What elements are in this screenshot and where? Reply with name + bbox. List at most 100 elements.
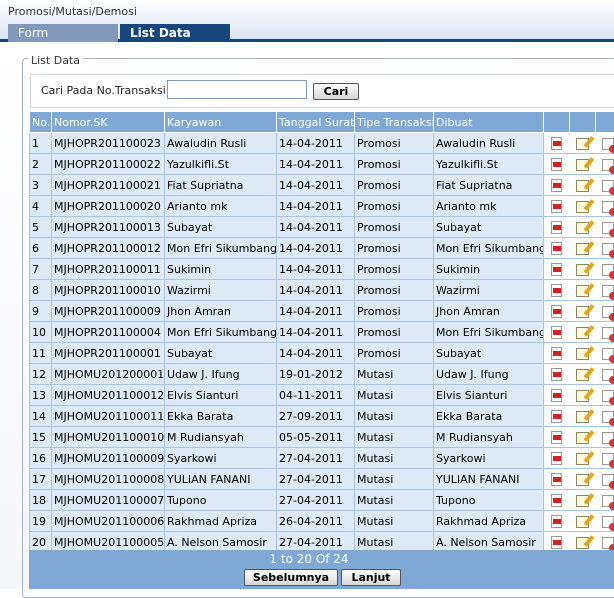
delete-icon[interactable] — [602, 474, 614, 486]
table-row[interactable]: 11MJHOPR201100001Subayat14-04-2011Promos… — [30, 343, 614, 364]
pdf-icon[interactable] — [551, 389, 562, 402]
delete-action[interactable] — [596, 175, 614, 196]
edit-icon[interactable] — [576, 453, 589, 465]
header-tanggal-surat[interactable]: Tanggal Surat — [277, 112, 355, 133]
pdf-icon[interactable] — [551, 179, 562, 192]
delete-action[interactable] — [596, 133, 614, 154]
delete-icon[interactable] — [602, 432, 614, 444]
delete-action[interactable] — [596, 448, 614, 469]
edit-icon[interactable] — [576, 348, 589, 360]
delete-action[interactable] — [596, 217, 614, 238]
edit-icon[interactable] — [576, 306, 589, 318]
edit-icon[interactable] — [576, 243, 589, 255]
pdf-icon[interactable] — [551, 494, 562, 507]
edit-icon[interactable] — [576, 390, 589, 402]
edit-action[interactable] — [570, 133, 596, 154]
delete-icon[interactable] — [602, 453, 614, 465]
pdf-icon[interactable] — [551, 263, 562, 276]
edit-icon[interactable] — [576, 474, 589, 486]
delete-icon[interactable] — [602, 369, 614, 381]
delete-action[interactable] — [596, 343, 614, 364]
pdf-icon[interactable] — [551, 368, 562, 381]
table-row[interactable]: 12MJHOMU201200001Udaw J. Ifung19-01-2012… — [30, 364, 614, 385]
delete-icon[interactable] — [602, 243, 614, 255]
delete-icon[interactable] — [602, 159, 614, 171]
pdf-icon[interactable] — [551, 410, 562, 423]
delete-icon[interactable] — [602, 495, 614, 507]
delete-icon[interactable] — [602, 327, 614, 339]
delete-action[interactable] — [596, 301, 614, 322]
table-row[interactable]: 3MJHOPR201100021Fiat Supriatna14-04-2011… — [30, 175, 614, 196]
pdf-icon[interactable] — [551, 242, 562, 255]
table-row[interactable]: 14MJHOMU201100011Ekka Barata27-09-2011Mu… — [30, 406, 614, 427]
pdf-action[interactable] — [544, 511, 570, 532]
table-row[interactable]: 10MJHOPR201100004Mon Efri Sikumbang14-04… — [30, 322, 614, 343]
edit-action[interactable] — [570, 406, 596, 427]
pdf-action[interactable] — [544, 259, 570, 280]
edit-action[interactable] — [570, 490, 596, 511]
delete-action[interactable] — [596, 364, 614, 385]
table-row[interactable]: 15MJHOMU201100010M Rudiansyah05-05-2011M… — [30, 427, 614, 448]
pdf-icon[interactable] — [551, 515, 562, 528]
delete-icon[interactable] — [602, 516, 614, 528]
pdf-icon[interactable] — [551, 347, 562, 360]
edit-icon[interactable] — [576, 180, 589, 192]
pdf-action[interactable] — [544, 280, 570, 301]
delete-icon[interactable] — [602, 264, 614, 276]
edit-icon[interactable] — [576, 516, 589, 528]
delete-action[interactable] — [596, 322, 614, 343]
table-row[interactable]: 1MJHOPR201100023Awaludin Rusli14-04-2011… — [30, 133, 614, 154]
edit-action[interactable] — [570, 280, 596, 301]
pdf-action[interactable] — [544, 406, 570, 427]
next-page-button[interactable]: Lanjut — [341, 569, 401, 586]
table-row[interactable]: 8MJHOPR201100010Wazirmi14-04-2011Promosi… — [30, 280, 614, 301]
pdf-icon[interactable] — [551, 221, 562, 234]
pdf-action[interactable] — [544, 469, 570, 490]
delete-icon[interactable] — [602, 201, 614, 213]
edit-action[interactable] — [570, 385, 596, 406]
edit-icon[interactable] — [576, 138, 589, 150]
header-dibuat[interactable]: Dibuat — [434, 112, 544, 133]
edit-action[interactable] — [570, 154, 596, 175]
delete-icon[interactable] — [602, 180, 614, 192]
search-button[interactable]: Cari — [313, 83, 359, 100]
pdf-action[interactable] — [544, 343, 570, 364]
delete-action[interactable] — [596, 385, 614, 406]
pdf-icon[interactable] — [551, 431, 562, 444]
table-row[interactable]: 4MJHOPR201100020Arianto mk14-04-2011Prom… — [30, 196, 614, 217]
pdf-action[interactable] — [544, 175, 570, 196]
edit-action[interactable] — [570, 469, 596, 490]
table-row[interactable]: 7MJHOPR201100011Sukimin14-04-2011Promosi… — [30, 259, 614, 280]
pdf-action[interactable] — [544, 364, 570, 385]
delete-icon[interactable] — [602, 138, 614, 150]
table-row[interactable]: 2MJHOPR201100022Yazulkifli.St14-04-2011P… — [30, 154, 614, 175]
table-row[interactable]: 9MJHOPR201100009Jhon Amran14-04-2011Prom… — [30, 301, 614, 322]
pdf-action[interactable] — [544, 217, 570, 238]
edit-icon[interactable] — [576, 159, 589, 171]
table-row[interactable]: 16MJHOMU201100009Syarkowi27-04-2011Mutas… — [30, 448, 614, 469]
tab-form[interactable]: Form — [8, 24, 118, 42]
header-nomor-sk[interactable]: Nomor.SK — [52, 112, 165, 133]
edit-icon[interactable] — [576, 432, 589, 444]
edit-icon[interactable] — [576, 495, 589, 507]
pdf-icon[interactable] — [551, 452, 562, 465]
pdf-action[interactable] — [544, 133, 570, 154]
table-row[interactable]: 5MJHOPR201100013Subayat14-04-2011Promosi… — [30, 217, 614, 238]
pdf-icon[interactable] — [551, 305, 562, 318]
pdf-icon[interactable] — [551, 200, 562, 213]
pdf-icon[interactable] — [551, 326, 562, 339]
edit-icon[interactable] — [576, 285, 589, 297]
edit-action[interactable] — [570, 448, 596, 469]
header-no[interactable]: No. — [30, 112, 52, 133]
edit-icon[interactable] — [576, 201, 589, 213]
edit-action[interactable] — [570, 196, 596, 217]
edit-icon[interactable] — [576, 537, 589, 549]
edit-action[interactable] — [570, 301, 596, 322]
pdf-action[interactable] — [544, 196, 570, 217]
pdf-action[interactable] — [544, 385, 570, 406]
delete-icon[interactable] — [602, 285, 614, 297]
delete-action[interactable] — [596, 280, 614, 301]
table-row[interactable]: 18MJHOMU201100007Tupono27-04-2011MutasiT… — [30, 490, 614, 511]
delete-action[interactable] — [596, 427, 614, 448]
delete-action[interactable] — [596, 511, 614, 532]
